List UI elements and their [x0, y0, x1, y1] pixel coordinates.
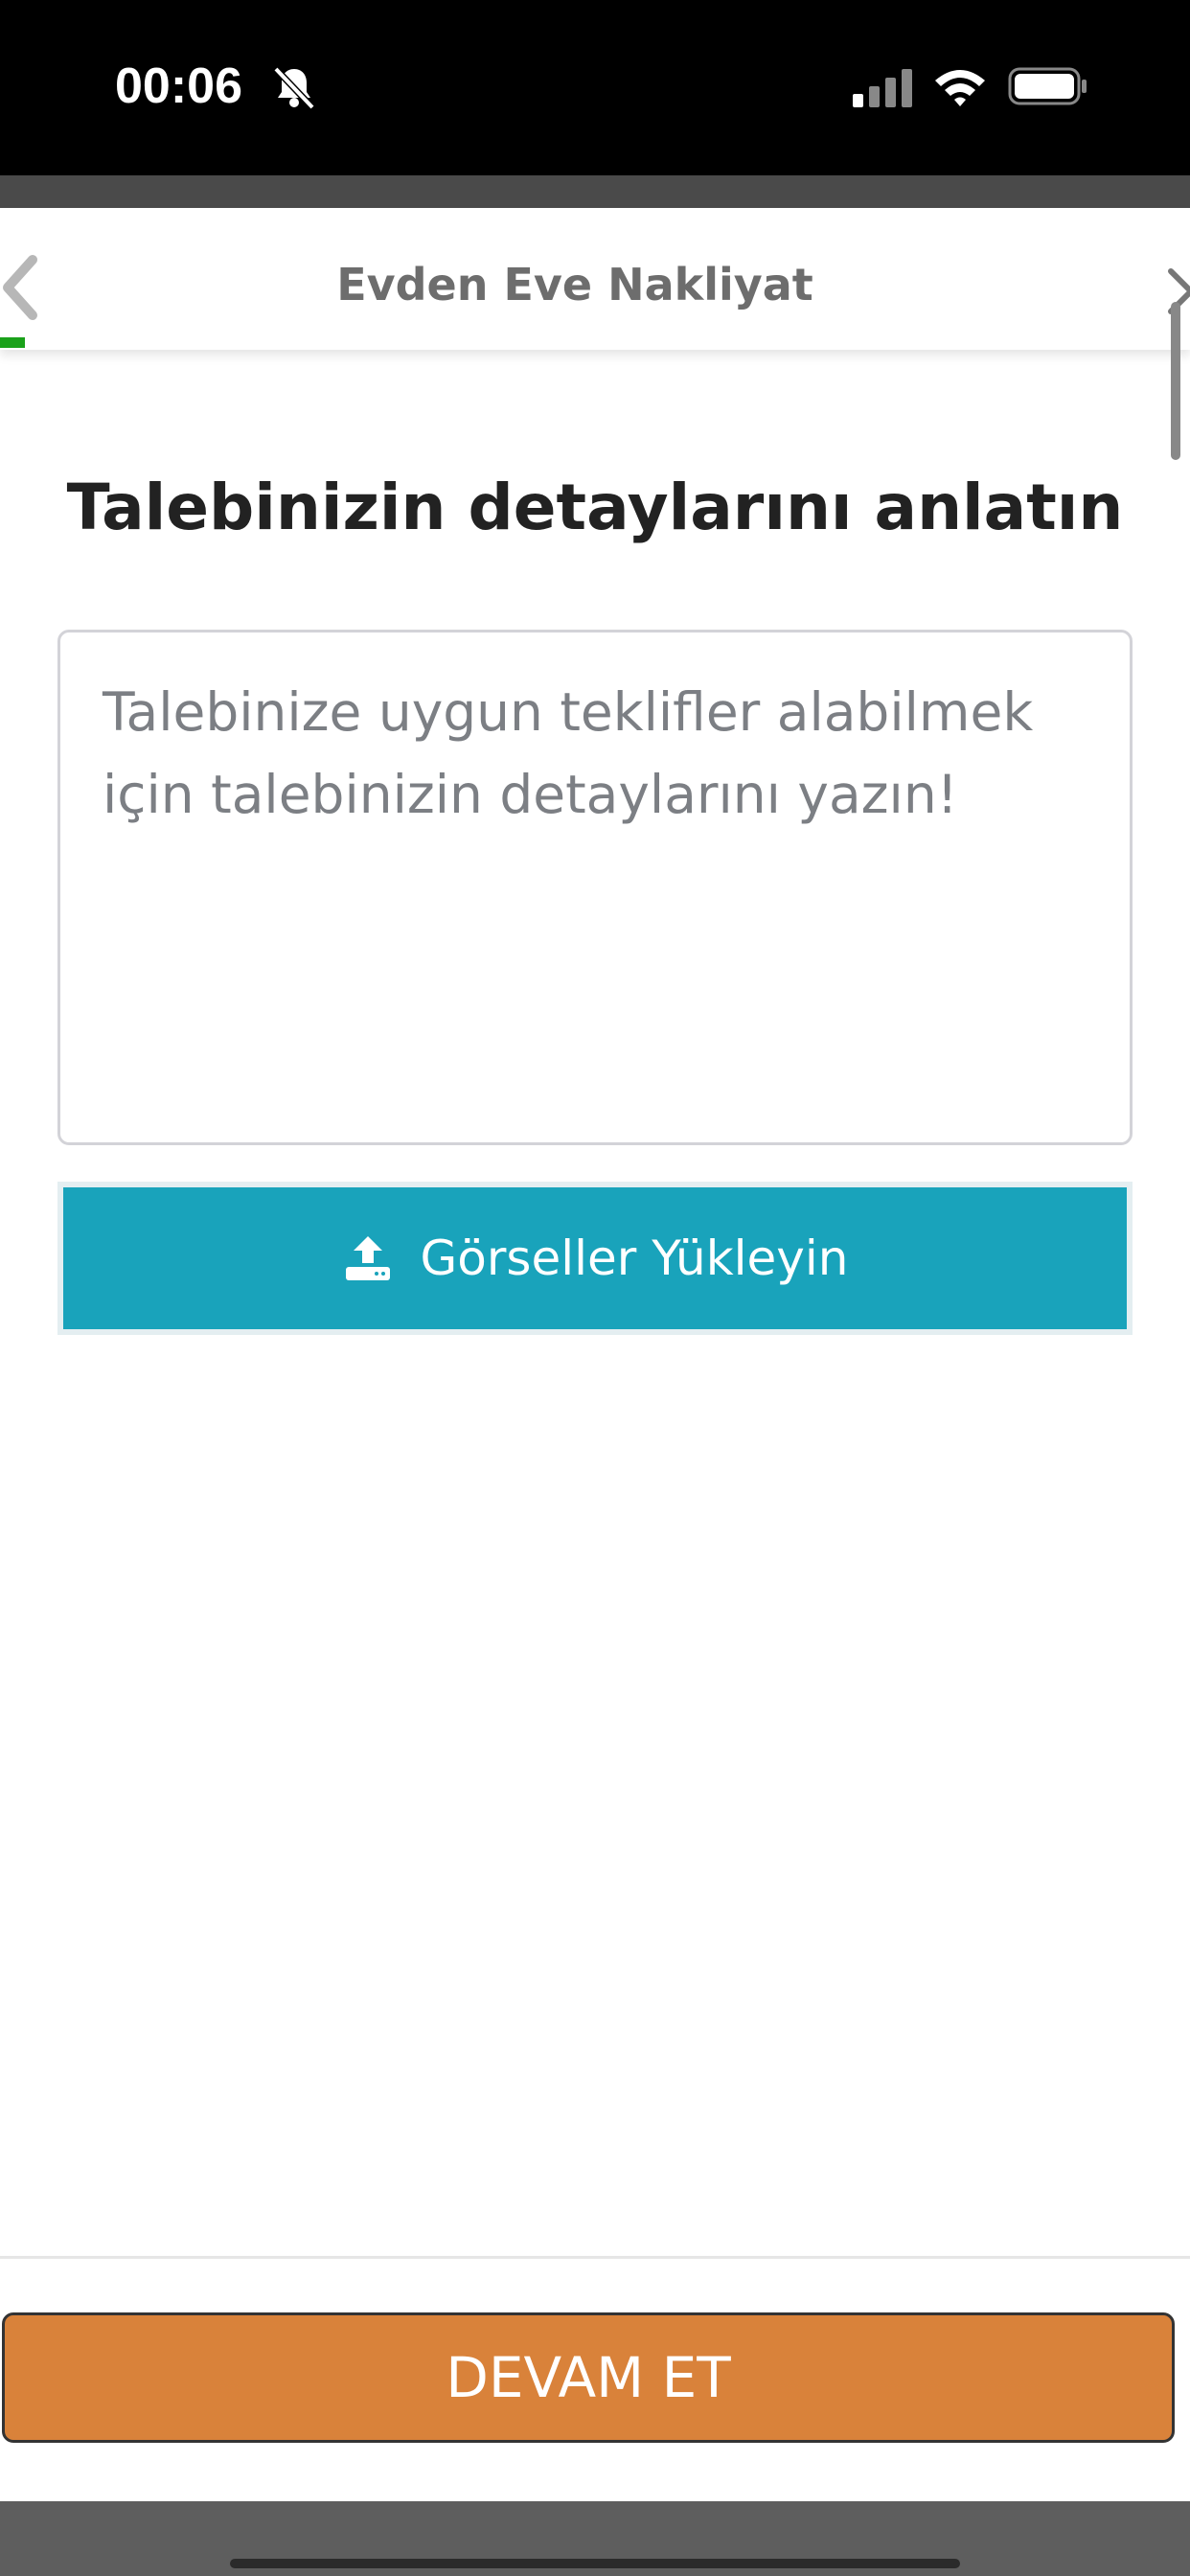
- bell-slash-icon: [273, 66, 315, 110]
- upload-icon: [345, 1236, 390, 1280]
- wifi-icon: [935, 70, 985, 106]
- page-title: Evden Eve Nakliyat: [336, 259, 813, 310]
- footer-divider: [0, 2256, 1190, 2259]
- details-textarea[interactable]: [57, 630, 1133, 1145]
- sheet-backdrop-top: [0, 175, 1190, 208]
- cellular-signal-icon: [853, 69, 912, 107]
- progress-bar: [0, 337, 25, 348]
- status-bar: 00:06: [0, 0, 1190, 175]
- section-heading: Talebinizin detaylarını anlatın: [66, 471, 1124, 544]
- continue-button[interactable]: DEVAM ET: [2, 2312, 1175, 2443]
- upload-button-label: Görseller Yükleyin: [420, 1230, 849, 1286]
- battery-icon: [1008, 67, 1087, 105]
- upload-button-frame: Görseller Yükleyin: [57, 1182, 1133, 1335]
- scrollbar-thumb[interactable]: [1171, 302, 1180, 460]
- status-time: 00:06: [115, 58, 242, 114]
- home-indicator[interactable]: [230, 2559, 960, 2568]
- upload-images-button[interactable]: Görseller Yükleyin: [63, 1187, 1127, 1329]
- header-bar: Evden Eve Nakliyat: [0, 208, 1190, 350]
